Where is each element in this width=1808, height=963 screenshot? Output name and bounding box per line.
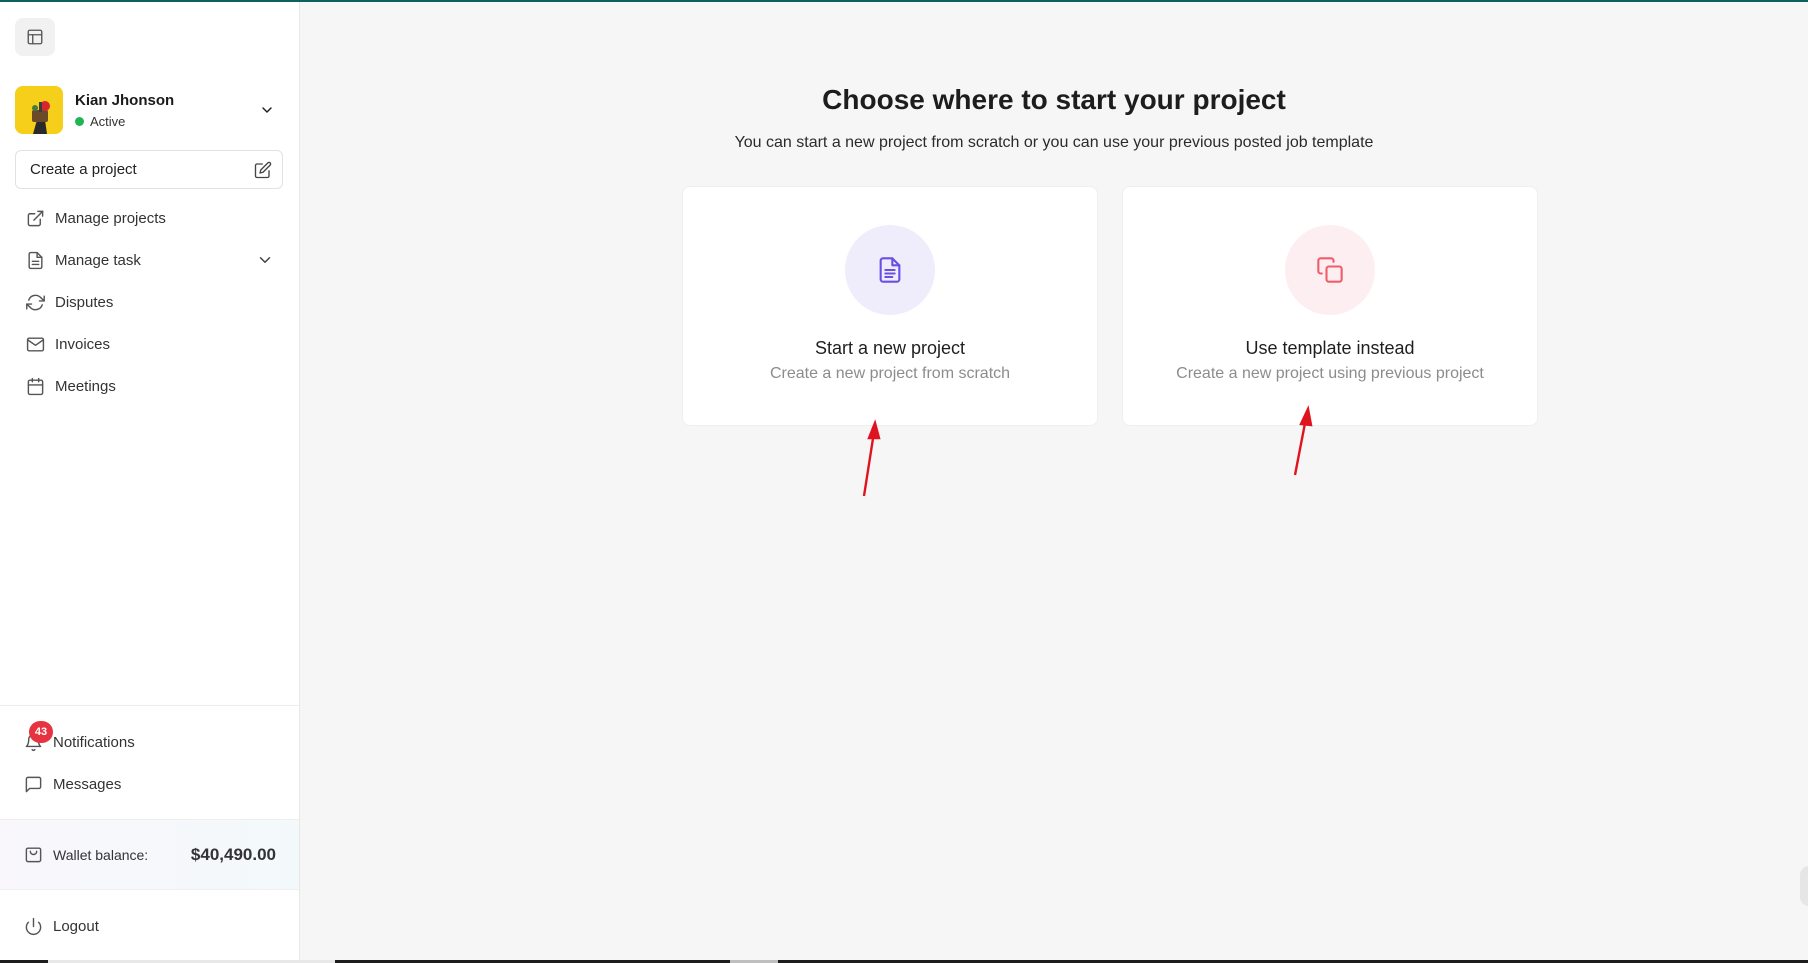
nav-item-manage-projects[interactable]: Manage projects — [0, 197, 300, 239]
document-icon — [25, 250, 45, 270]
nav-item-messages[interactable]: Messages — [0, 763, 300, 805]
calendar-icon — [25, 376, 45, 396]
external-link-icon — [25, 208, 45, 228]
logout-label: Logout — [53, 917, 99, 935]
card-icon-circle — [845, 225, 935, 315]
use-template-card[interactable]: Use template instead Create a new projec… — [1122, 186, 1538, 426]
main-nav: Manage projects Manage task Disputes Inv… — [0, 197, 300, 407]
wallet-label: Wallet balance: — [53, 846, 149, 863]
message-icon — [23, 774, 43, 794]
card-icon-circle — [1285, 225, 1375, 315]
user-name: Kian Jhonson — [75, 92, 175, 109]
notifications-label: Notifications — [53, 733, 135, 751]
messages-label: Messages — [53, 775, 122, 793]
nav-item-meetings[interactable]: Meetings — [0, 365, 300, 407]
profile-chevron-down-icon[interactable] — [257, 100, 277, 120]
nav-item-label: Manage projects — [55, 209, 166, 227]
sidebar-divider — [0, 705, 300, 706]
card-title: Start a new project — [814, 338, 966, 358]
nav-item-label: Invoices — [55, 335, 111, 353]
nav-item-invoices[interactable]: Invoices — [0, 323, 300, 365]
start-new-project-card[interactable]: Start a new project Create a new project… — [682, 186, 1098, 426]
secondary-nav: 43 Notifications Messages — [0, 721, 300, 805]
nav-item-label: Disputes — [55, 293, 114, 311]
user-profile[interactable]: Kian Jhonson Active — [15, 86, 285, 136]
scroll-handle[interactable] — [1800, 866, 1808, 906]
wallet-balance: Wallet balance: $40,490.00 — [0, 819, 299, 890]
chevron-down-icon[interactable] — [256, 251, 274, 269]
card-title: Use template instead — [1245, 338, 1415, 358]
user-status-label: Active — [90, 114, 126, 129]
copy-icon — [1317, 257, 1343, 283]
page-subtitle: You can start a new project from scratch… — [734, 134, 1374, 151]
mail-icon — [25, 334, 45, 354]
nav-item-manage-task[interactable]: Manage task — [0, 239, 300, 281]
top-border — [0, 0, 1808, 2]
shopping-bag-icon — [23, 845, 43, 865]
layout-icon — [27, 29, 43, 45]
create-project-button[interactable]: Create a project — [15, 150, 283, 189]
annotation-arrow-left — [862, 419, 881, 497]
refresh-icon — [25, 292, 45, 312]
status-dot-icon — [75, 117, 84, 126]
edit-icon — [254, 161, 272, 179]
power-icon — [23, 916, 43, 936]
user-status: Active — [75, 114, 125, 129]
nav-item-label: Manage task — [55, 251, 141, 269]
nav-item-disputes[interactable]: Disputes — [0, 281, 300, 323]
wallet-amount: $40,490.00 — [190, 844, 276, 864]
nav-item-notifications[interactable]: 43 Notifications — [0, 721, 300, 763]
card-description: Create a new project from scratch — [769, 365, 1011, 382]
page-title: Choose where to start your project — [822, 84, 1286, 115]
notifications-count-badge: 43 — [29, 721, 53, 743]
card-description: Create a new project using previous proj… — [1176, 365, 1484, 382]
sidebar: Kian Jhonson Active Create a project Man… — [0, 0, 300, 963]
create-project-label: Create a project — [30, 161, 137, 178]
logout-button[interactable]: Logout — [0, 905, 300, 947]
avatar — [15, 86, 63, 134]
avatar-image-icon — [15, 86, 63, 134]
main-content: Choose where to start your project You c… — [300, 0, 1808, 963]
sidebar-toggle-button[interactable] — [15, 18, 55, 56]
nav-item-label: Meetings — [55, 377, 116, 395]
file-text-icon — [879, 257, 901, 283]
